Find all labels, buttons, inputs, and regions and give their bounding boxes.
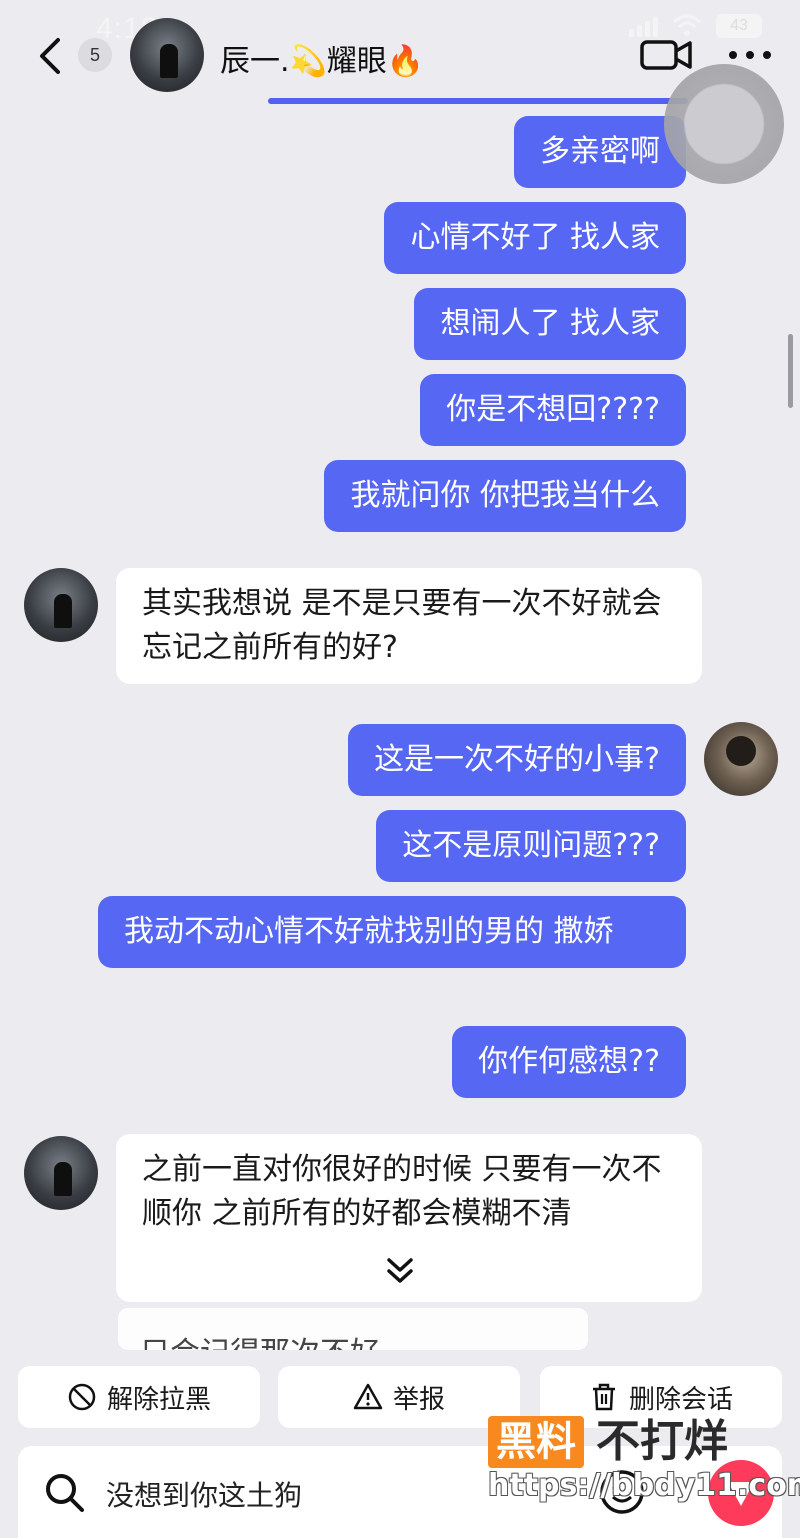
contact-avatar[interactable] xyxy=(24,568,98,642)
message-bubble-outgoing[interactable]: 想闹人了 找人家 xyxy=(414,288,686,360)
unblock-label: 解除拉黑 xyxy=(106,1384,211,1415)
watermark-brand-left: 黑料 xyxy=(488,1416,584,1468)
report-button[interactable]: 举报 xyxy=(278,1366,520,1428)
message-bubble-outgoing[interactable]: 这不是原则问题??? xyxy=(376,810,686,882)
floating-assistive-button[interactable] xyxy=(664,64,784,184)
block-icon xyxy=(68,1383,96,1411)
search-icon[interactable] xyxy=(42,1470,86,1514)
unread-count-badge[interactable]: 5 xyxy=(78,38,112,72)
my-avatar[interactable] xyxy=(704,722,778,796)
watermark-brand-right: 不打烊 xyxy=(596,1416,728,1467)
video-call-icon[interactable] xyxy=(640,38,692,72)
warning-icon xyxy=(353,1383,383,1410)
more-options-icon[interactable] xyxy=(728,50,772,60)
chevron-down-icon[interactable] xyxy=(384,1256,416,1286)
signal-icon xyxy=(629,15,658,37)
message-bubble-outgoing[interactable]: 心情不好了 找人家 xyxy=(384,202,686,274)
status-icons: 43 xyxy=(629,14,762,38)
message-bubble-outgoing[interactable]: 这是一次不好的小事? xyxy=(348,724,686,796)
scrollbar[interactable] xyxy=(788,334,793,408)
battery-indicator: 43 xyxy=(716,14,762,38)
contact-name[interactable]: 辰一.💫耀眼🔥 xyxy=(220,36,424,80)
contact-avatar[interactable] xyxy=(24,1136,98,1210)
message-input[interactable]: 没想到你这土狗 xyxy=(106,1474,486,1514)
previous-bubble-edge xyxy=(268,98,688,104)
back-arrow-icon[interactable] xyxy=(34,36,64,76)
wifi-icon xyxy=(672,14,702,36)
watermark-url: https://bbdy11.com xyxy=(488,1468,800,1503)
message-bubble-outgoing[interactable]: 多亲密啊 xyxy=(514,116,686,188)
message-bubble-incoming[interactable]: 其实我想说 是不是只要有一次不好就会忘记之前所有的好? xyxy=(116,568,702,684)
unblock-button[interactable]: 解除拉黑 xyxy=(18,1366,260,1428)
message-bubble-outgoing[interactable]: 你是不想回???? xyxy=(420,374,686,446)
message-bubble-outgoing[interactable]: 我就问你 你把我当什么 xyxy=(324,460,686,532)
contact-avatar[interactable] xyxy=(130,18,204,92)
message-bubble-incoming[interactable]: 只会记得那次不好 xyxy=(118,1308,588,1350)
message-bubble-outgoing[interactable]: 我动不动心情不好就找别的男的 撒娇 xyxy=(98,896,686,968)
trash-icon xyxy=(592,1383,615,1411)
message-bubble-outgoing[interactable]: 你作何感想?? xyxy=(452,1026,686,1098)
delete-label: 删除会话 xyxy=(628,1384,733,1415)
message-text: 只会记得那次不好 xyxy=(140,1328,380,1350)
watermark: 黑料 不打烊 https://bbdy11.com xyxy=(488,1416,800,1536)
report-label: 举报 xyxy=(392,1384,445,1415)
